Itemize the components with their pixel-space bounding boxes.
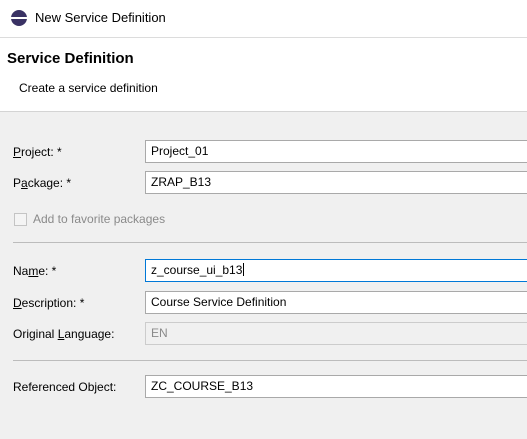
wizard-header: Service Definition Create a service defi… (0, 38, 527, 112)
separator (13, 242, 527, 243)
form-area: Project: * Project_01 Package: * ZRAP_B1… (0, 112, 527, 439)
title-bar: New Service Definition (0, 0, 527, 38)
name-label: Name: * (13, 264, 57, 278)
package-field[interactable]: ZRAP_B13 (145, 171, 527, 194)
eclipse-icon (11, 10, 27, 26)
window-title: New Service Definition (35, 10, 166, 25)
text-caret (243, 263, 245, 276)
referenced-object-input[interactable]: ZC_COURSE_B13 (145, 375, 527, 398)
description-input[interactable]: Course Service Definition (145, 291, 527, 314)
project-field[interactable]: Project_01 (145, 140, 527, 163)
description-label: Description: * (13, 296, 85, 310)
name-input[interactable]: z_course_ui_b13 (145, 259, 527, 282)
project-label: Project: * (13, 145, 62, 159)
favorite-checkbox-label: Add to favorite packages (33, 212, 166, 226)
language-label: Original Language: (13, 327, 115, 341)
referenced-object-label: Referenced Object: (13, 380, 117, 394)
favorite-checkbox[interactable] (14, 213, 27, 226)
page-description: Create a service definition (19, 81, 158, 95)
package-label: Package: * (13, 176, 72, 190)
language-field: EN (145, 322, 527, 345)
page-title: Service Definition (7, 50, 134, 67)
separator (13, 360, 527, 361)
